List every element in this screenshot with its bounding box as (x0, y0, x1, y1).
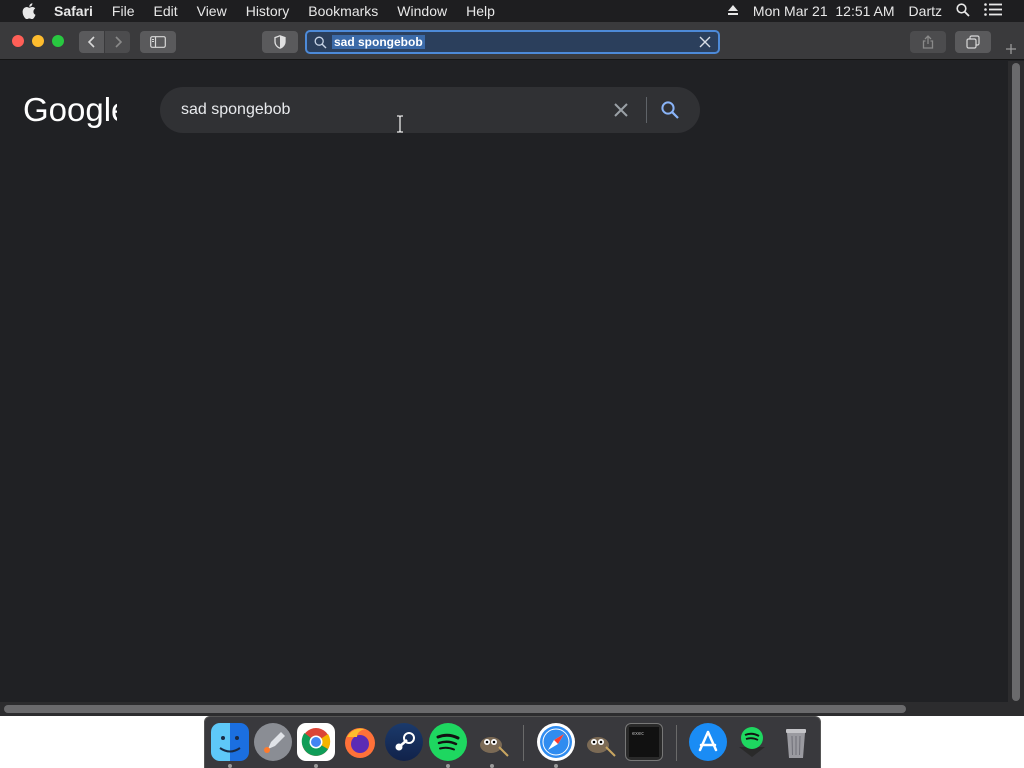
chevron-right-icon (114, 36, 122, 48)
share-button[interactable] (910, 31, 946, 53)
tabs-icon (966, 35, 980, 49)
browser-toolbar: sad spongebob (0, 22, 1024, 60)
dock-running-indicator (490, 764, 494, 768)
browser-window: sad spongebob Google sad spongebob (0, 22, 1024, 716)
menu-file[interactable]: File (112, 3, 135, 19)
menu-help[interactable]: Help (466, 3, 495, 19)
shield-icon (274, 35, 286, 49)
dock-spotify-icon[interactable] (429, 723, 467, 761)
notification-center-icon[interactable] (984, 3, 1002, 19)
privacy-report-button[interactable] (262, 31, 298, 53)
eject-icon[interactable] (727, 3, 739, 19)
search-box-divider (646, 97, 647, 123)
menu-history[interactable]: History (246, 3, 290, 19)
dock-running-indicator (314, 764, 318, 768)
menubar-user[interactable]: Dartz (909, 3, 942, 19)
dock-running-indicator (554, 764, 558, 768)
sidebar-toggle-button[interactable] (140, 31, 176, 53)
show-tabs-button[interactable] (955, 31, 991, 53)
sidebar-icon (150, 36, 166, 48)
dock-spotify-icon[interactable] (733, 723, 771, 761)
google-logo-text: Google (23, 92, 117, 128)
search-query-input[interactable]: sad spongebob (181, 101, 290, 119)
minimize-window-button[interactable] (32, 35, 44, 47)
dock-chrome-icon[interactable] (297, 723, 335, 761)
menu-app-name[interactable]: Safari (54, 3, 93, 19)
menubar-clock[interactable]: Mon Mar 21 12:51 AM (753, 3, 895, 19)
dock-finder-icon[interactable] (211, 723, 249, 761)
menu-bookmarks[interactable]: Bookmarks (308, 3, 378, 19)
zoom-window-button[interactable] (52, 35, 64, 47)
dock-running-indicator (446, 764, 450, 768)
spotlight-icon[interactable] (956, 2, 970, 20)
vertical-scrollbar-thumb[interactable] (1012, 63, 1020, 701)
share-icon (922, 35, 934, 49)
dock-launchpad-icon[interactable] (254, 723, 292, 761)
svg-text:exec: exec (632, 731, 644, 737)
plus-icon (1006, 44, 1016, 54)
clear-address-icon[interactable] (698, 35, 712, 49)
dock-separator (676, 725, 677, 761)
dock-terminal-icon[interactable]: exec (625, 723, 663, 761)
dock-gimp-icon[interactable] (580, 723, 618, 761)
dock-firefox-icon[interactable] (341, 723, 379, 761)
dock-gimp-icon[interactable] (473, 723, 511, 761)
back-button[interactable] (79, 31, 104, 53)
dock-steam-icon[interactable] (385, 723, 423, 761)
clear-search-icon[interactable] (612, 101, 630, 119)
text-cursor-icon (395, 114, 405, 134)
menu-bar: Safari File Edit View History Bookmarks … (0, 0, 1024, 22)
dock-running-indicator (228, 764, 232, 768)
google-logo[interactable]: Google (23, 92, 117, 128)
forward-button[interactable] (105, 31, 130, 53)
dock: exec (204, 716, 821, 768)
address-text[interactable]: sad spongebob (332, 35, 425, 49)
chevron-left-icon (87, 36, 95, 48)
dock-trash-icon[interactable] (777, 723, 815, 761)
google-search-box[interactable]: sad spongebob (160, 87, 700, 133)
dock-app-store-icon[interactable] (689, 723, 727, 761)
search-icon[interactable] (660, 100, 680, 120)
dock-separator (523, 725, 524, 761)
horizontal-scrollbar-thumb[interactable] (4, 705, 906, 713)
address-bar[interactable]: sad spongebob (305, 30, 720, 54)
web-page-content (0, 61, 1010, 703)
dock-safari-icon[interactable] (537, 723, 575, 761)
menu-window[interactable]: Window (397, 3, 447, 19)
new-tab-button[interactable] (998, 38, 1024, 60)
apple-icon[interactable] (20, 2, 38, 20)
close-window-button[interactable] (12, 35, 24, 47)
search-icon (314, 35, 328, 49)
menu-view[interactable]: View (197, 3, 227, 19)
menu-edit[interactable]: Edit (153, 3, 177, 19)
